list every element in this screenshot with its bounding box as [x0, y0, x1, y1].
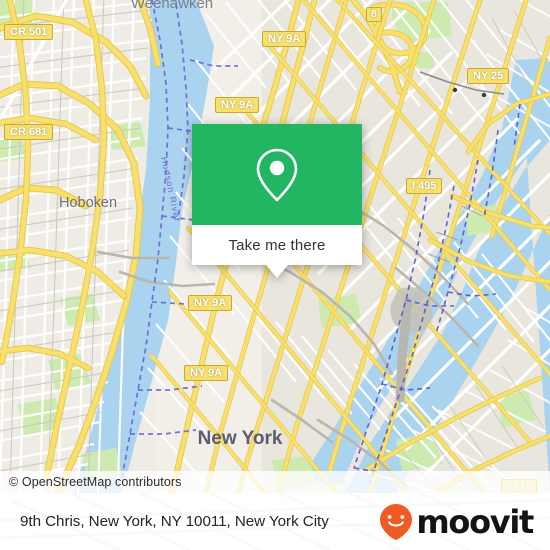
place-label-newyork: New York	[198, 428, 283, 449]
shield-label: NY 9A	[262, 31, 307, 47]
road-shield-8: 8	[366, 4, 382, 22]
popup-pointer-tail	[266, 265, 288, 278]
road-shield-ny9a-4: NY 9A	[184, 363, 229, 381]
moovit-wordmark: moovit	[416, 502, 534, 541]
road-shield-ny25: NY 25	[467, 66, 510, 84]
take-me-there-button[interactable]: Take me there	[229, 237, 326, 254]
osm-attribution[interactable]: © OpenStreetMap contributors	[0, 471, 550, 493]
popup-action-bar[interactable]: Take me there	[192, 225, 362, 265]
road-shield-ny9a-3: NY 9A	[188, 293, 233, 311]
address-label: 9th Chris, New York, NY 10011, New York …	[20, 513, 329, 530]
shield-label: CR 501	[4, 24, 54, 40]
shield-label: 8	[366, 7, 382, 22]
shield-label: I 495	[406, 178, 443, 194]
shield-label: NY 9A	[188, 295, 233, 311]
place-label-hoboken: Hoboken	[59, 195, 117, 211]
road-shield-ny9a-2: NY 9A	[215, 95, 260, 113]
shield-label: CR 681	[4, 124, 54, 140]
location-popup-card[interactable]: Take me there	[192, 124, 362, 278]
shield-label: NY 9A	[184, 365, 229, 381]
road-shield-cr501: CR 501	[4, 22, 54, 40]
shield-label: NY 9A	[215, 97, 260, 113]
attribution-text: © OpenStreetMap contributors	[9, 475, 182, 489]
popup-header	[192, 124, 362, 225]
moovit-pin-icon	[380, 503, 413, 540]
place-label-weehawken: Weehawken	[131, 0, 213, 12]
shield-label: NY 25	[467, 68, 510, 84]
road-shield-cr681: CR 681	[4, 122, 54, 140]
moovit-map-screen: Weehawken Hoboken New York Hudson River …	[0, 0, 550, 550]
moovit-logo[interactable]: moovit	[377, 502, 534, 542]
map-pin-icon	[256, 148, 298, 201]
road-shield-ny9a-1: NY 9A	[262, 29, 307, 47]
road-shield-i495: I 495	[406, 176, 443, 194]
footer-bar: 9th Chris, New York, NY 10011, New York …	[0, 493, 550, 550]
